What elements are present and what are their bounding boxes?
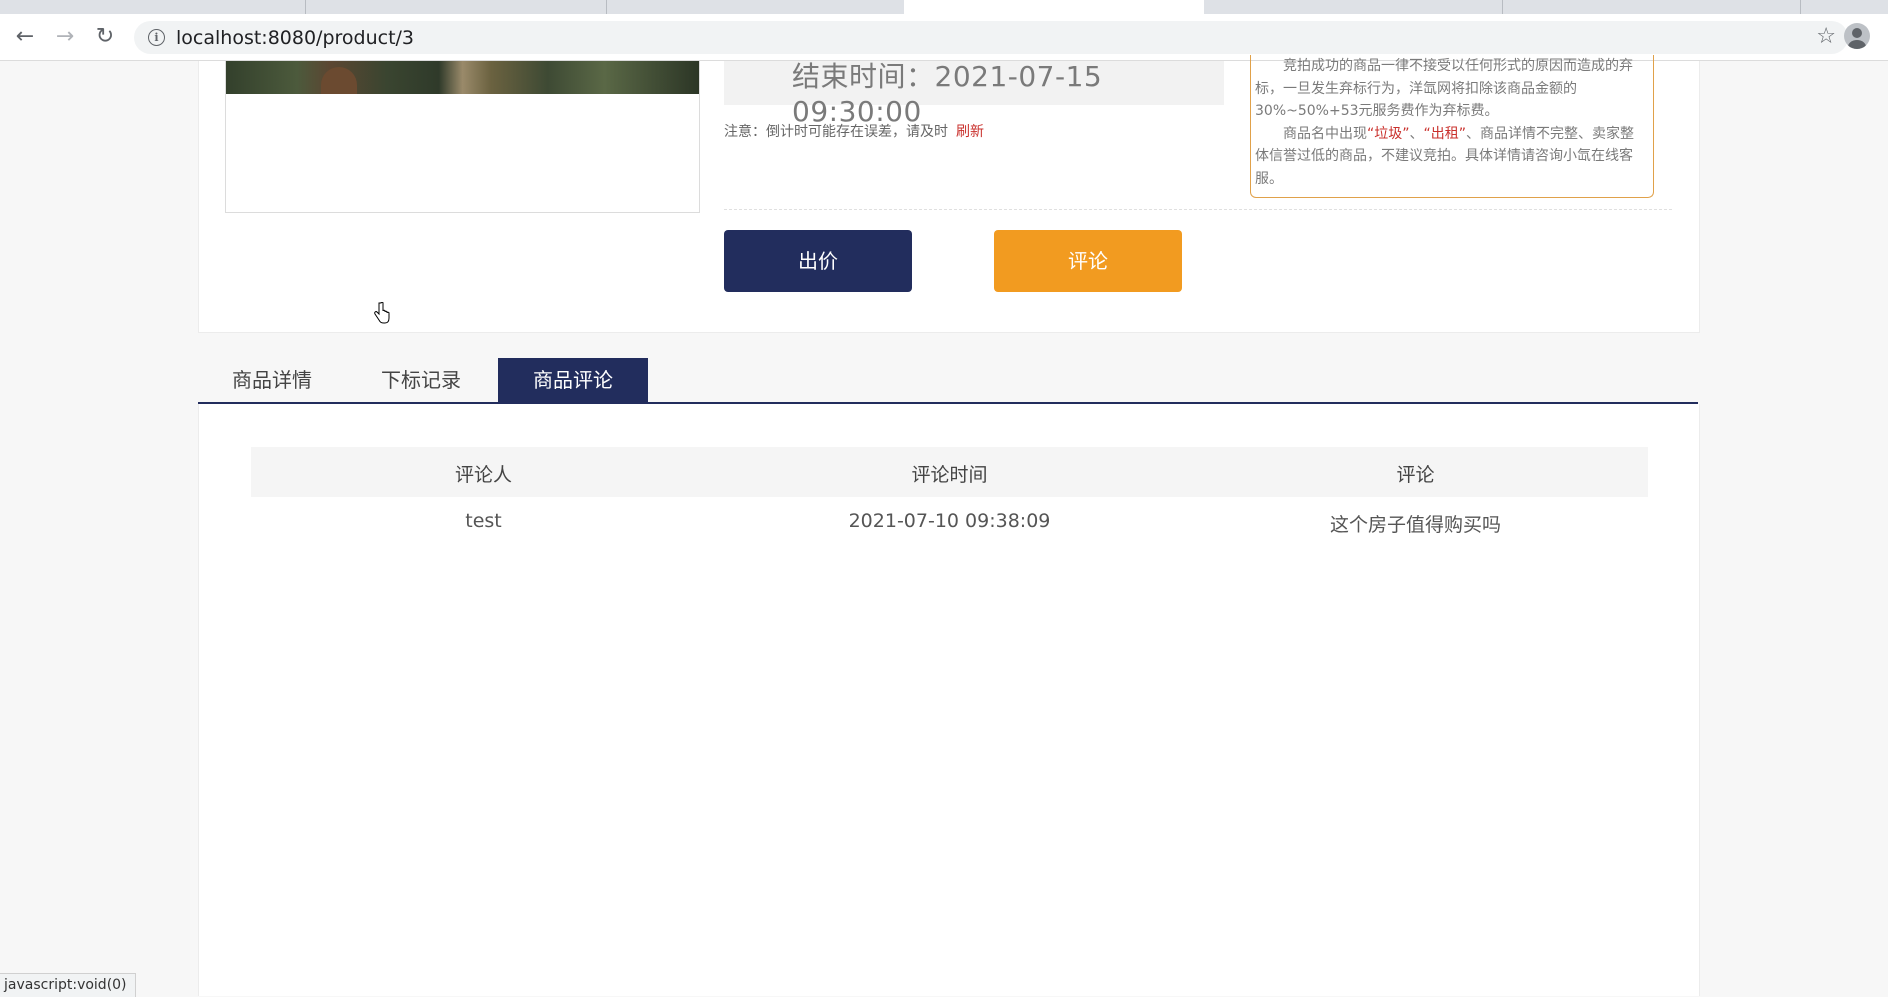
cell-comment: 这个房子值得购买吗 [1329, 514, 1501, 536]
reload-icon[interactable]: ↻ [90, 24, 120, 50]
page-content: 结束时间：2021-07-15 09:30:00 注意：倒计时可能存在误差，请及… [0, 55, 1888, 996]
hand-cursor-icon [374, 302, 390, 324]
photo-boat-shape [321, 67, 357, 94]
address-bar[interactable]: i localhost:8080/product/3 ☆ [134, 21, 1848, 54]
browser-tab[interactable] [607, 0, 905, 14]
column-header-comment-time: 评论时间 [911, 464, 988, 486]
bid-button[interactable]: 出价 [724, 230, 912, 292]
countdown-notice: 注意：倒计时可能存在误差，请及时 刷新 [724, 121, 984, 141]
tab-product-comments[interactable]: 商品评论 [498, 358, 648, 402]
product-image-frame [225, 61, 700, 213]
cell-commenter: test [465, 510, 502, 532]
rules-highlight: “垃圾” [1367, 125, 1410, 142]
browser-tab[interactable] [0, 0, 306, 14]
comment-button[interactable]: 评论 [994, 230, 1182, 292]
url-text[interactable]: localhost:8080/product/3 [176, 27, 414, 49]
tab-bid-records[interactable]: 下标记录 [346, 358, 496, 402]
refresh-link[interactable]: 刷新 [956, 124, 984, 140]
notice-text: 注意：倒计时可能存在误差，请及时 [724, 124, 948, 140]
end-time-box: 结束时间：2021-07-15 09:30:00 [724, 60, 1224, 128]
forward-arrow-icon[interactable]: → [50, 24, 80, 50]
comments-panel: 评论人 评论时间 评论 test 2021-07-10 09:38:09 这个房… [198, 404, 1700, 996]
status-bar: javascript:void(0) [0, 973, 136, 997]
rules-text: 、 [1409, 125, 1424, 142]
browser-tab[interactable] [1503, 0, 1801, 14]
tab-product-details[interactable]: 商品详情 [198, 358, 346, 402]
site-info-icon[interactable]: i [148, 29, 165, 46]
back-arrow-icon[interactable]: ← [10, 24, 40, 50]
cell-comment-time: 2021-07-10 09:38:09 [848, 510, 1051, 532]
bookmark-star-icon[interactable]: ☆ [1816, 24, 1836, 49]
bidding-rules-box: 竞拍成功的商品一律不接受以任何形式的原因而造成的弃标，一旦发生弃标行为，洋氙网将… [1250, 55, 1654, 198]
product-photo [226, 61, 699, 94]
browser-tab[interactable] [1205, 0, 1503, 14]
rules-paragraph-1: 竞拍成功的商品一律不接受以任何形式的原因而造成的弃标，一旦发生弃标行为，洋氙网将… [1255, 58, 1633, 119]
profile-avatar-icon[interactable] [1844, 23, 1870, 49]
browser-tab[interactable] [306, 0, 607, 14]
browser-tab-active[interactable] [904, 0, 1204, 14]
end-time-text: 结束时间：2021-07-15 09:30:00 [792, 60, 1103, 128]
browser-toolbar: ← → ↻ i localhost:8080/product/3 ☆ [0, 14, 1888, 61]
product-tabs: 商品详情 下标记录 商品评论 [198, 358, 1698, 404]
rules-paragraph-2: 商品名中出现“垃圾”、“出租”、商品详情不完整、卖家整体信誉过低的商品，不建议竞… [1255, 123, 1647, 191]
column-header-comment: 评论 [1396, 464, 1435, 486]
divider [724, 209, 1672, 210]
rules-highlight: “出租” [1423, 125, 1467, 142]
table-header: 评论人 评论时间 评论 [251, 447, 1648, 497]
column-header-commenter: 评论人 [454, 464, 512, 486]
browser-tab-strip [0, 0, 1888, 14]
rules-text: 商品名中出现 [1283, 125, 1367, 142]
